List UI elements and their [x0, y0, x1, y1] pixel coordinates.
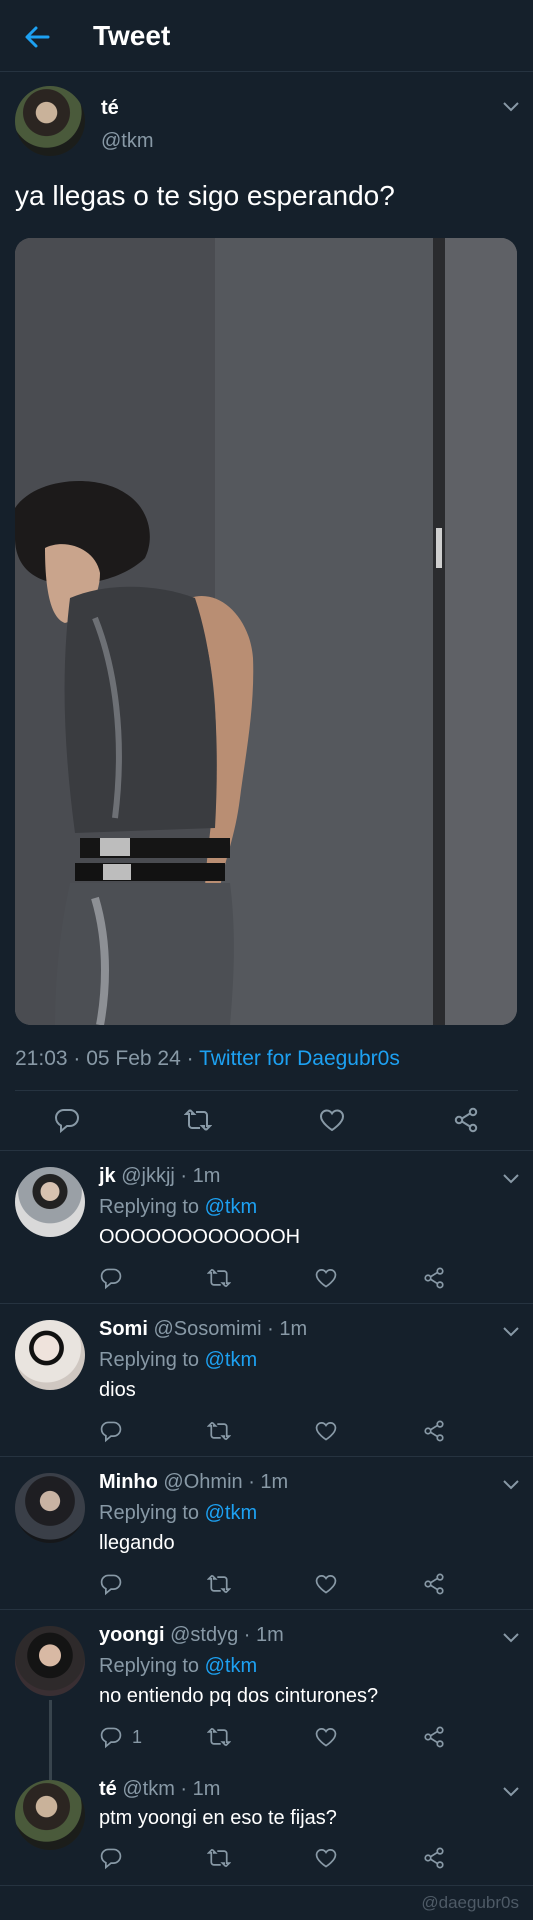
replying-to-label: Replying to: [99, 1196, 205, 1218]
reply-icon[interactable]: [99, 1846, 123, 1870]
reply-author-meta: @Ohmin · 1m: [157, 1471, 289, 1493]
replying-to-label: Replying to: [99, 1655, 205, 1677]
heart-icon[interactable]: [314, 1846, 338, 1870]
heart-icon[interactable]: [314, 1725, 338, 1749]
reply-text: dios: [99, 1379, 136, 1401]
heart-icon[interactable]: [314, 1572, 338, 1596]
tweet-text: ya llegas o te sigo esperando?: [15, 180, 395, 211]
reply-icon[interactable]: [99, 1725, 123, 1749]
reply-icon[interactable]: [99, 1419, 123, 1443]
reply-author-name[interactable]: Somi: [99, 1318, 148, 1340]
reply-header: yoongi @stdyg · 1m: [99, 1624, 284, 1647]
retweet-icon[interactable]: [183, 1106, 213, 1134]
reply-icon[interactable]: [99, 1266, 123, 1290]
chevron-down-icon[interactable]: [502, 1785, 520, 1797]
retweet-icon[interactable]: [206, 1846, 232, 1870]
tweet-meta: 21:03 · 05 Feb 24 · Twitter for Daegubr0…: [15, 1047, 400, 1071]
reply-header: jk @jkkjj · 1m: [99, 1165, 220, 1188]
reply-text: llegando: [99, 1532, 175, 1554]
reply-count: 1: [132, 1727, 143, 1747]
reply-icon[interactable]: [53, 1106, 81, 1134]
replying-to-label: Replying to: [99, 1349, 205, 1371]
reply-text: ptm yoongi en eso te fijas?: [99, 1807, 337, 1829]
author-name[interactable]: té: [101, 97, 119, 120]
replying-to-link[interactable]: @tkm: [205, 1196, 258, 1218]
replying-to: Replying to @tkm: [99, 1655, 257, 1678]
avatar[interactable]: [15, 1780, 85, 1850]
retweet-icon[interactable]: [206, 1725, 232, 1749]
avatar[interactable]: [15, 1320, 85, 1390]
avatar[interactable]: [15, 86, 85, 156]
heart-icon[interactable]: [314, 1419, 338, 1443]
avatar[interactable]: [15, 1626, 85, 1696]
share-icon[interactable]: [422, 1266, 446, 1290]
replying-to-link[interactable]: @tkm: [205, 1655, 258, 1677]
chevron-down-icon[interactable]: [502, 100, 520, 112]
heart-icon[interactable]: [314, 1266, 338, 1290]
share-icon[interactable]: [422, 1572, 446, 1596]
reply-author-meta: @tkm · 1m: [116, 1778, 221, 1800]
divider: [15, 1090, 518, 1091]
reply-icon[interactable]: [99, 1572, 123, 1596]
chevron-down-icon[interactable]: [502, 1631, 520, 1643]
reply-author-meta: @Sosomimi · 1m: [147, 1318, 308, 1340]
replying-to-link[interactable]: @tkm: [205, 1349, 258, 1371]
replying-to: Replying to @tkm: [99, 1502, 257, 1525]
replying-to: Replying to @tkm: [99, 1349, 257, 1372]
thread-line: [49, 1700, 52, 1780]
avatar[interactable]: [15, 1473, 85, 1543]
page-title: Tweet: [93, 20, 171, 51]
reply-author-meta: @jkkjj · 1m: [115, 1165, 221, 1187]
divider: [0, 1609, 533, 1610]
replying-to-link[interactable]: @tkm: [205, 1502, 258, 1524]
arrow-left-icon[interactable]: [22, 22, 52, 52]
reply-author-name[interactable]: Minho: [99, 1471, 158, 1493]
retweet-icon[interactable]: [206, 1266, 232, 1290]
share-icon[interactable]: [422, 1419, 446, 1443]
reply-text: no entiendo pq dos cinturones?: [99, 1685, 379, 1707]
reply-header: té @tkm · 1m: [99, 1778, 220, 1801]
heart-icon[interactable]: [318, 1106, 346, 1134]
avatar[interactable]: [15, 1167, 85, 1237]
replying-to-label: Replying to: [99, 1502, 205, 1524]
reply-author-name[interactable]: té: [99, 1778, 117, 1800]
tweet-photo[interactable]: [15, 238, 517, 1025]
reply-header: Minho @Ohmin · 1m: [99, 1471, 288, 1494]
share-icon[interactable]: [422, 1846, 446, 1870]
reply-text: OOOOOOOOOOOOH: [99, 1226, 301, 1248]
author-handle[interactable]: @tkm: [101, 130, 154, 153]
tweet-actions: [0, 1092, 533, 1148]
reply-author-name[interactable]: yoongi: [99, 1624, 165, 1646]
retweet-icon[interactable]: [206, 1419, 232, 1443]
top-bar: Tweet: [0, 0, 533, 72]
tweet-timestamp: 21:03 · 05 Feb 24 ·: [15, 1047, 200, 1070]
share-icon[interactable]: [422, 1725, 446, 1749]
divider: [0, 1456, 533, 1457]
chevron-down-icon[interactable]: [502, 1325, 520, 1337]
chevron-down-icon[interactable]: [502, 1172, 520, 1184]
chevron-down-icon[interactable]: [502, 1478, 520, 1490]
retweet-icon[interactable]: [206, 1572, 232, 1596]
replying-to: Replying to @tkm: [99, 1196, 257, 1219]
tweet-source-link[interactable]: Twitter for Daegubr0s: [199, 1047, 400, 1070]
divider: [0, 1303, 533, 1304]
reply-author-meta: @stdyg · 1m: [164, 1624, 284, 1646]
divider: [0, 1885, 533, 1886]
divider: [0, 1150, 533, 1151]
share-icon[interactable]: [452, 1106, 480, 1134]
reply-author-name[interactable]: jk: [99, 1165, 116, 1187]
watermark: @daegubr0s: [421, 1893, 519, 1912]
reply-header: Somi @Sosomimi · 1m: [99, 1318, 307, 1341]
